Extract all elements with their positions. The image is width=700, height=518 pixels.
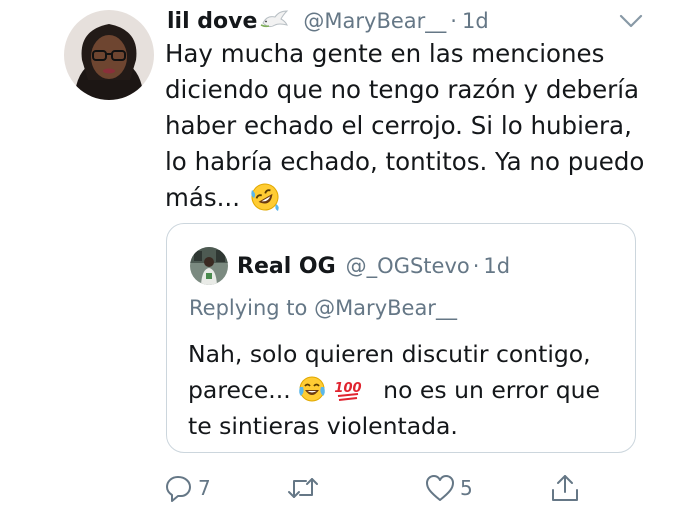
header-separator: · (450, 9, 457, 33)
tweet-text-line-last: más... (165, 180, 675, 216)
quoted-tweet-card[interactable]: Real OG @_OGStevo · 1d Replying to @Mary… (166, 223, 636, 453)
quoted-text-line: Nah, solo quieren discutir contigo, (188, 340, 591, 368)
author-handle[interactable]: @MaryBear__ (303, 9, 446, 33)
author-avatar[interactable] (64, 10, 154, 100)
heart-icon (424, 473, 456, 503)
retweet-button[interactable] (286, 468, 324, 508)
quoted-author-avatar[interactable] (190, 247, 228, 285)
quoted-header-separator: · (472, 254, 480, 278)
tweet-timestamp[interactable]: 1d (462, 9, 489, 33)
tweet-text-line: diciendo que no tengo razón y debería (165, 75, 640, 104)
rolling-on-floor-laughing-emoji-icon (250, 182, 280, 212)
hundred-points-emoji-icon: 100 (334, 375, 362, 403)
quoted-tweet-header: Real OG @_OGStevo · 1d (237, 248, 510, 284)
share-icon (549, 472, 581, 504)
tweet-header: lil dove @MaryBear__ · 1d (167, 6, 489, 36)
tweet-text-end: más... (165, 183, 241, 212)
like-count: 5 (460, 476, 473, 500)
like-button[interactable]: 5 (424, 468, 473, 508)
quoted-author-display-name[interactable]: Real OG (237, 254, 336, 279)
author-display-name[interactable]: lil dove (167, 9, 257, 34)
quoted-text-line: te sintieras violentada. (188, 412, 458, 440)
tweet-text-line: lo habría echado, tontitos. Ya no puedo (165, 147, 645, 176)
quoted-text-start: parece... (188, 376, 291, 404)
tweet-text-line: haber echado el cerrojo. Si lo hubiera, (165, 111, 632, 140)
share-button[interactable] (549, 468, 581, 508)
dove-emoji-icon (259, 9, 289, 33)
tears-of-joy-emoji-icon (298, 375, 326, 403)
retweet-icon (286, 473, 320, 503)
tweet-text-line: Hay mucha gente en las menciones (165, 39, 605, 68)
quoted-text-line: parece... 100 no es un error que (188, 372, 628, 408)
reply-icon (164, 473, 194, 503)
chevron-down-icon[interactable] (618, 12, 644, 30)
quoted-author-handle[interactable]: @_OGStevo (346, 254, 470, 278)
replying-to-label[interactable]: Replying to @MaryBear__ (189, 296, 457, 320)
quoted-tweet-timestamp[interactable]: 1d (483, 254, 510, 278)
quoted-tweet-text: Nah, solo quieren discutir contigo, pare… (188, 336, 628, 444)
reply-count: 7 (198, 476, 211, 500)
tweet-action-bar: 7 5 (164, 468, 594, 508)
quoted-text-end: no es un error que (383, 376, 600, 404)
tweet-text: Hay mucha gente en las menciones diciend… (165, 36, 675, 216)
reply-button[interactable]: 7 (164, 468, 211, 508)
